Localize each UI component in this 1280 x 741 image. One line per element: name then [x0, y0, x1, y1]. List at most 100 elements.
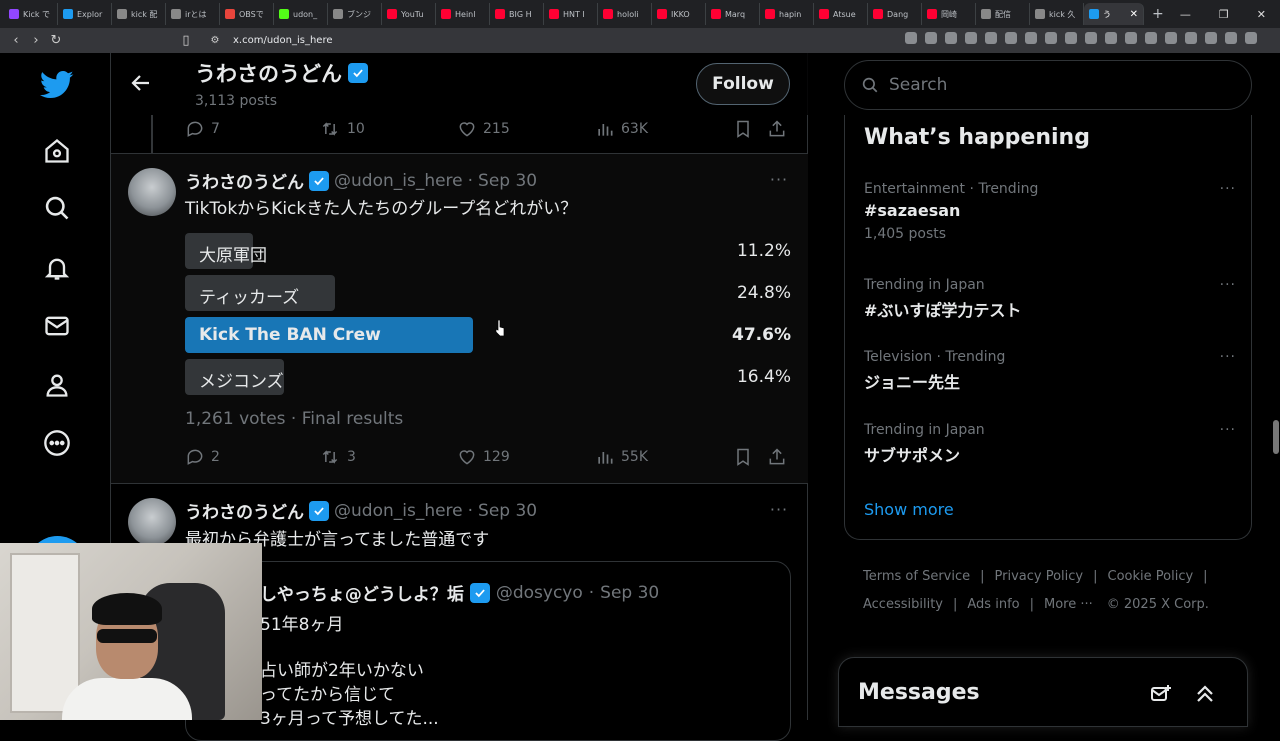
bookmark-icon[interactable]: [733, 447, 767, 467]
like-action[interactable]: 215: [457, 119, 595, 139]
avatar[interactable]: [128, 498, 176, 546]
show-more-link[interactable]: Show more: [864, 500, 954, 519]
extension-icon[interactable]: [1045, 32, 1057, 44]
expand-chevron-icon[interactable]: [1193, 682, 1217, 706]
extension-icon[interactable]: [1245, 32, 1257, 44]
extension-icon[interactable]: [1125, 32, 1137, 44]
scrollbar-thumb[interactable]: [1273, 420, 1279, 454]
avatar[interactable]: [128, 168, 176, 216]
browser-tab[interactable]: 配信: [976, 3, 1030, 25]
browser-tab[interactable]: BIG H: [490, 3, 544, 25]
extension-icon[interactable]: [1005, 32, 1017, 44]
share-icon[interactable]: [767, 447, 787, 467]
trend-more-icon[interactable]: ···: [1220, 349, 1236, 365]
reply-action[interactable]: 2: [185, 447, 319, 467]
more-options-icon[interactable]: ···: [767, 500, 791, 520]
maximize-icon[interactable]: ❐: [1219, 8, 1229, 21]
extension-icon[interactable]: [1165, 32, 1177, 44]
browser-tab[interactable]: udon_: [274, 3, 328, 25]
privacy-link[interactable]: Privacy Policy: [995, 569, 1084, 584]
messages-drawer[interactable]: Messages: [838, 657, 1248, 727]
messages-mail-icon[interactable]: [34, 303, 80, 349]
views-action[interactable]: 55K: [595, 447, 733, 467]
browser-tab[interactable]: Heinl: [436, 3, 490, 25]
profile-icon[interactable]: [34, 362, 80, 408]
close-window-icon[interactable]: ✕: [1257, 8, 1266, 21]
new-message-icon[interactable]: [1149, 682, 1173, 706]
quoted-tweet-card[interactable]: しやっちょ@どうしよ？垢 @dosycyo · Sep 30 51年8ヶ月 占い…: [185, 561, 791, 741]
back-arrow-icon[interactable]: [129, 71, 153, 95]
browser-tab[interactable]: OBSで: [220, 3, 274, 25]
x-logo-icon[interactable]: [34, 62, 80, 108]
author-handle[interactable]: @udon_is_here: [334, 501, 463, 521]
retweet-action[interactable]: 10: [319, 119, 457, 139]
bookmark-icon[interactable]: [733, 119, 767, 139]
browser-tab[interactable]: YouTu: [382, 3, 436, 25]
close-tab-icon[interactable]: ✕: [1130, 9, 1138, 20]
notifications-bell-icon[interactable]: [34, 245, 80, 291]
browser-tab[interactable]: irとは: [166, 3, 220, 25]
url-text[interactable]: x.com/udon_is_here: [233, 35, 333, 46]
extension-icon[interactable]: [1065, 32, 1077, 44]
follow-button[interactable]: Follow: [696, 63, 790, 105]
author-name[interactable]: うわさのうどん: [185, 498, 304, 523]
tweet-date[interactable]: Sep 30: [478, 171, 537, 191]
extension-icon[interactable]: [905, 32, 917, 44]
search-explore-icon[interactable]: [34, 185, 80, 231]
home-icon[interactable]: [34, 128, 80, 174]
extension-icon[interactable]: [1225, 32, 1237, 44]
ads-info-link[interactable]: Ads info: [967, 597, 1019, 612]
trend-item[interactable]: Television · Trending ジョニー先生 ···: [864, 349, 1236, 393]
reload-icon[interactable]: ↻: [46, 33, 66, 48]
browser-tab[interactable]: ブンジ: [328, 3, 382, 25]
browser-tab[interactable]: kick 久: [1030, 3, 1084, 25]
author-handle[interactable]: @udon_is_here: [334, 171, 463, 191]
extension-icon[interactable]: [985, 32, 997, 44]
browser-tab[interactable]: hololi: [598, 3, 652, 25]
back-nav-icon[interactable]: ‹: [6, 33, 26, 48]
extension-icon[interactable]: [945, 32, 957, 44]
tweet-date[interactable]: Sep 30: [478, 501, 537, 521]
browser-tab[interactable]: HNT I: [544, 3, 598, 25]
terms-link[interactable]: Terms of Service: [863, 569, 970, 584]
trend-more-icon[interactable]: ···: [1220, 181, 1236, 197]
extension-icon[interactable]: [1185, 32, 1197, 44]
poll-tweet[interactable]: うわさのうどん @udon_is_here · Sep 30 ··· TikTo…: [111, 154, 808, 483]
browser-tab[interactable]: Explor: [58, 3, 112, 25]
browser-tab[interactable]: 岡崎: [922, 3, 976, 25]
browser-tab[interactable]: hapin: [760, 3, 814, 25]
extension-icon[interactable]: [965, 32, 977, 44]
more-options-icon[interactable]: ···: [767, 170, 791, 190]
trend-more-icon[interactable]: ···: [1220, 422, 1236, 438]
browser-tab-active[interactable]: う ✕: [1084, 3, 1144, 25]
trend-item[interactable]: Entertainment · Trending #sazaesan 1,405…: [864, 181, 1236, 242]
extension-icon[interactable]: [1025, 32, 1037, 44]
browser-tab[interactable]: IKKO: [652, 3, 706, 25]
browser-tab[interactable]: Dang: [868, 3, 922, 25]
trend-more-icon[interactable]: ···: [1220, 277, 1236, 293]
trend-item[interactable]: Trending in Japan #ぶいすぽ学力テスト ···: [864, 277, 1236, 321]
retweet-action[interactable]: 3: [319, 447, 457, 467]
search-box[interactable]: [844, 60, 1252, 110]
browser-tab[interactable]: Atsue: [814, 3, 868, 25]
browser-tab[interactable]: kick 配: [112, 3, 166, 25]
bookmark-page-icon[interactable]: ▯: [176, 33, 196, 48]
share-icon[interactable]: [767, 119, 787, 139]
accessibility-link[interactable]: Accessibility: [863, 597, 943, 612]
scrollbar-track[interactable]: [1272, 53, 1280, 720]
reply-action[interactable]: 7: [185, 119, 319, 139]
more-link[interactable]: More ···: [1044, 597, 1093, 612]
views-action[interactable]: 63K: [595, 119, 733, 139]
site-info-icon[interactable]: ⚙: [205, 35, 225, 46]
minimize-icon[interactable]: —: [1180, 8, 1191, 21]
browser-tab[interactable]: Marq: [706, 3, 760, 25]
extension-icon[interactable]: [1085, 32, 1097, 44]
search-input[interactable]: [889, 75, 1229, 95]
new-tab-button[interactable]: +: [1152, 6, 1164, 22]
trend-item[interactable]: Trending in Japan サブサポメン ···: [864, 422, 1236, 466]
cookie-link[interactable]: Cookie Policy: [1108, 569, 1194, 584]
like-action[interactable]: 129: [457, 447, 595, 467]
more-circle-icon[interactable]: [34, 420, 80, 466]
extension-icon[interactable]: [1105, 32, 1117, 44]
extension-icon[interactable]: [1145, 32, 1157, 44]
